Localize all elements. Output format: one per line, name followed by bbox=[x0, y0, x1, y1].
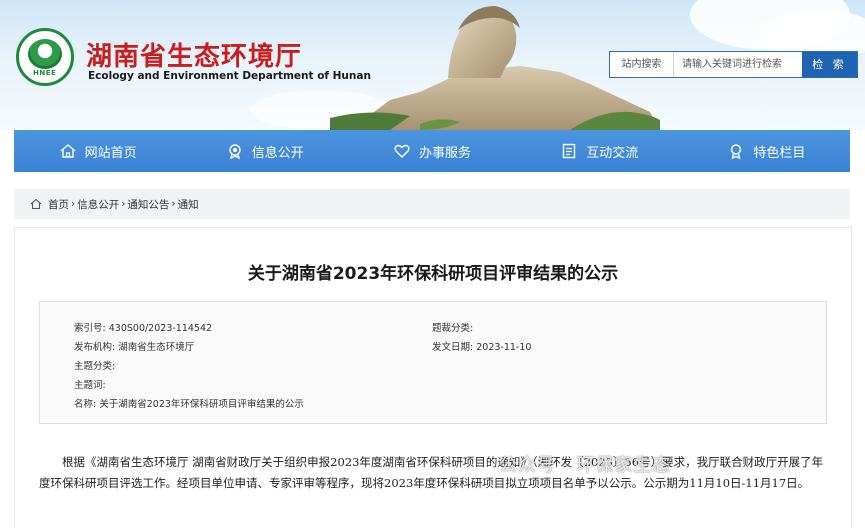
nav-item-featured[interactable]: 特色栏目 bbox=[683, 130, 850, 172]
meta-name: 名称: 关于湖南省2023年环保科研项目评审结果的公示 bbox=[74, 396, 304, 410]
award-icon bbox=[731, 144, 742, 160]
breadcrumb-current[interactable]: 通知 bbox=[178, 197, 199, 212]
meta-label: 发文日期: bbox=[432, 342, 474, 353]
meta-label: 发布机构: bbox=[74, 342, 116, 353]
meta-value: 430S00/2023-114542 bbox=[108, 323, 213, 334]
meta-label: 索引号: bbox=[74, 323, 106, 334]
search-input[interactable] bbox=[674, 52, 802, 77]
site-subtitle: Ecology and Environment Department of Hu… bbox=[88, 70, 371, 82]
meta-label: 名称: bbox=[74, 399, 97, 410]
breadcrumb: 首页 › 信息公开 › 通知公告 › 通知 bbox=[14, 189, 850, 219]
nav-item-info[interactable]: 信息公开 bbox=[181, 130, 348, 172]
nav-label: 信息公开 bbox=[251, 145, 304, 161]
breadcrumb-info[interactable]: 信息公开 bbox=[77, 197, 119, 212]
article-meta: 索引号: 430S00/2023-114542 题裁分类: 发布机构: 湖南省生… bbox=[39, 301, 827, 424]
document-icon bbox=[563, 143, 576, 159]
leaf-icon bbox=[28, 39, 62, 69]
breadcrumb-notices[interactable]: 通知公告 bbox=[127, 197, 169, 212]
article-body: 根据《湖南省生态环境厅 湖南省财政厅关于组织申报2023年度湖南省环保科研项目的… bbox=[39, 455, 824, 490]
logo-text: HNEE bbox=[33, 69, 57, 77]
meta-date: 发文日期: 2023-11-10 bbox=[432, 339, 531, 353]
nav-item-interaction[interactable]: 互动交流 bbox=[516, 130, 683, 172]
meta-publisher: 发布机构: 湖南省生态环境厅 bbox=[74, 339, 194, 353]
nav-item-service[interactable]: 办事服务 bbox=[348, 130, 515, 172]
home-icon bbox=[60, 144, 76, 158]
nav-label: 特色栏目 bbox=[753, 145, 806, 161]
meta-keywords: 主题词: bbox=[74, 377, 106, 391]
home-icon bbox=[30, 198, 42, 210]
meta-value: 湖南省生态环境厅 bbox=[118, 342, 195, 353]
site-logo[interactable]: HNEE bbox=[16, 28, 74, 86]
meta-index: 索引号: 430S00/2023-114542 bbox=[74, 320, 212, 334]
search-scope-select[interactable]: 站内搜索 bbox=[610, 52, 674, 77]
meta-label: 题裁分类: bbox=[432, 323, 474, 334]
heart-icon bbox=[394, 144, 410, 158]
breadcrumb-separator: › bbox=[121, 198, 126, 210]
breadcrumb-separator: › bbox=[171, 198, 176, 210]
search-bar: 站内搜索 检 索 bbox=[609, 51, 858, 78]
article-panel: 关于湖南省2023年环保科研项目评审结果的公示 索引号: 430S00/2023… bbox=[14, 227, 852, 528]
search-button[interactable]: 检 索 bbox=[802, 52, 857, 77]
site-title[interactable]: 湖南省生态环境厅 bbox=[86, 36, 302, 73]
meta-value: 关于湖南省2023年环保科研项目评审结果的公示 bbox=[99, 399, 304, 410]
header-banner: HNEE 湖南省生态环境厅 Ecology and Environment De… bbox=[0, 0, 865, 130]
meta-topic: 主题分类: bbox=[74, 358, 115, 372]
meta-category: 题裁分类: bbox=[432, 320, 473, 334]
meta-label: 主题分类: bbox=[74, 361, 116, 372]
badge-icon bbox=[229, 144, 241, 160]
meta-value: 2023-11-10 bbox=[476, 342, 532, 353]
article-title: 关于湖南省2023年环保科研项目评审结果的公示 bbox=[247, 264, 619, 284]
breadcrumb-separator: › bbox=[71, 198, 76, 210]
meta-label: 主题词: bbox=[74, 380, 106, 391]
breadcrumb-home[interactable]: 首页 bbox=[48, 197, 69, 212]
nav-label: 办事服务 bbox=[419, 145, 472, 161]
nav-label: 网站首页 bbox=[84, 145, 137, 161]
main-nav: 网站首页 信息公开 办事服务 互动交流 特色栏目 bbox=[14, 130, 850, 172]
watermark: 公众号 · 环保家生态 bbox=[499, 455, 672, 476]
nav-label: 互动交流 bbox=[586, 145, 639, 161]
nav-item-home[interactable]: 网站首页 bbox=[14, 130, 181, 172]
